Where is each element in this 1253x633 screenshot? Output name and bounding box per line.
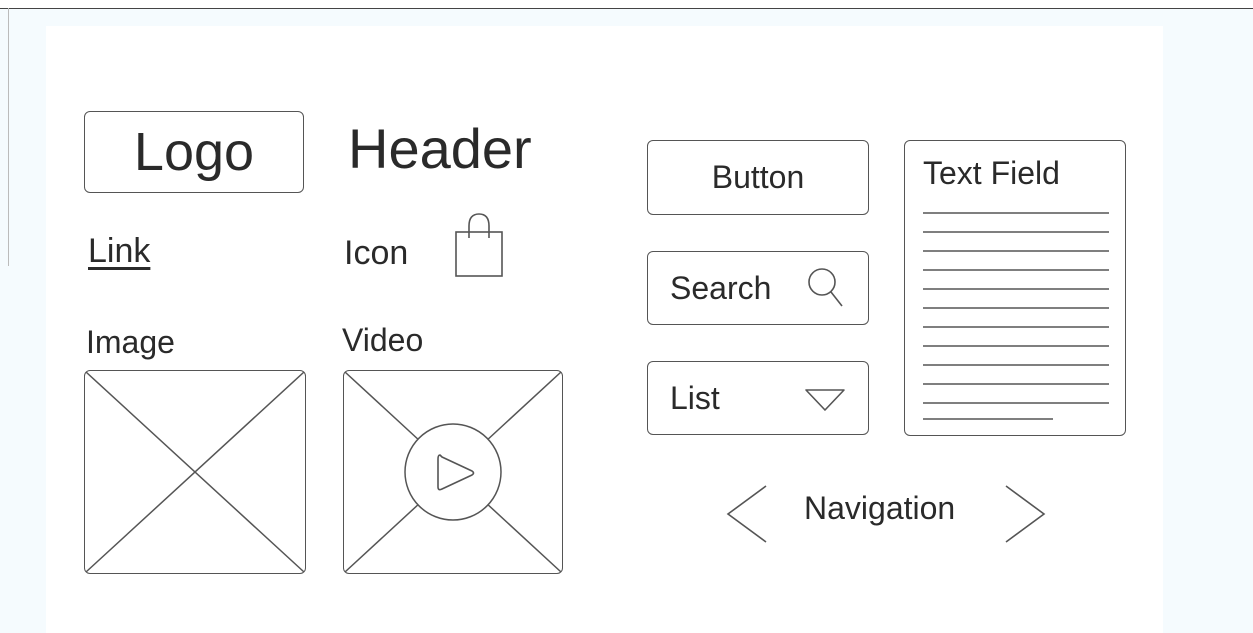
text-field-lines [923,211,1109,421]
video-placeholder[interactable] [343,370,563,574]
image-placeholder [84,370,306,574]
video-label: Video [342,322,424,358]
icon-label: Icon [344,234,409,272]
button-label: Button [711,159,805,195]
navigation-label: Navigation [804,490,956,526]
chevron-right-icon[interactable] [1000,484,1048,544]
logo-label: Logo [133,122,255,182]
triangle-down-icon[interactable] [804,388,846,412]
search-input[interactable]: Search [647,251,869,325]
header-label: Header [348,117,532,180]
top-border [0,0,1253,9]
list-label: List [670,379,720,416]
list-dropdown[interactable]: List [647,361,869,435]
search-label: Search [670,269,772,306]
text-field-label: Text Field [923,155,1060,191]
text-field[interactable]: Text Field [904,140,1126,436]
magnifier-icon[interactable] [806,266,846,310]
left-edge-line [8,8,9,266]
link-label[interactable]: Link [88,232,150,271]
chevron-left-icon[interactable] [724,484,772,544]
image-label: Image [86,324,175,360]
shopping-bag-icon [452,212,506,278]
button-element[interactable]: Button [647,140,869,215]
logo-box: Logo [84,111,304,193]
play-icon[interactable] [434,451,478,495]
